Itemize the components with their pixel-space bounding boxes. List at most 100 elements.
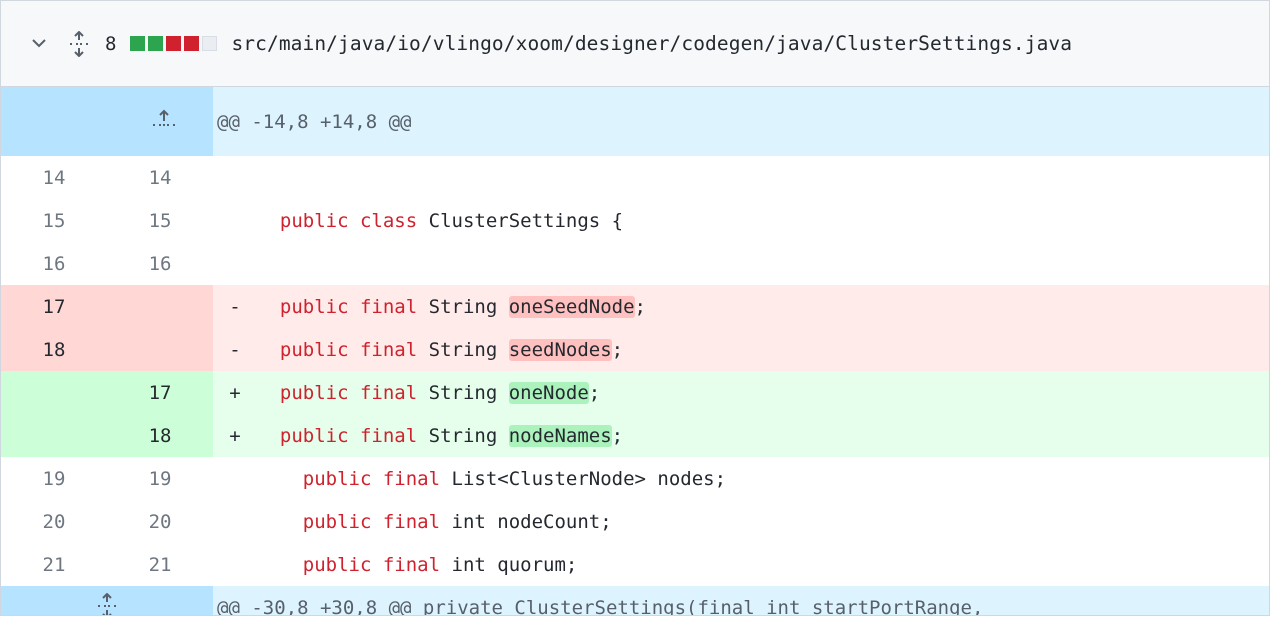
- fold-up-icon: [153, 109, 176, 126]
- diff-line-row: 17 + public final String oneNode;: [1, 371, 1269, 414]
- old-line-number[interactable]: 16: [1, 242, 107, 285]
- unfold-icon[interactable]: [67, 29, 91, 59]
- diff-line-row: 18 - public final String seedNodes;: [1, 328, 1269, 371]
- diffstat-block-neutral: [202, 36, 218, 51]
- old-line-number[interactable]: 21: [1, 543, 107, 586]
- old-line-number[interactable]: [1, 414, 107, 457]
- diff-marker: -: [213, 285, 258, 328]
- diff-line-row: 14 14: [1, 156, 1269, 199]
- code-line: [257, 156, 1269, 199]
- code-text: String: [417, 381, 509, 404]
- new-line-number[interactable]: 15: [107, 199, 213, 242]
- file-header: 8 src/main/java/io/vlingo/xoom/designer/…: [1, 1, 1269, 87]
- diff-line-row: 15 15 public class ClusterSettings {: [1, 199, 1269, 242]
- old-line-number[interactable]: 14: [1, 156, 107, 199]
- diff-marker: +: [213, 371, 258, 414]
- diff-marker: [213, 156, 257, 199]
- code-text: int quorum;: [440, 553, 578, 576]
- diff-marker: +: [213, 414, 258, 457]
- diff-marker: [213, 199, 257, 242]
- code-text-tail: ;: [634, 295, 646, 318]
- new-line-number[interactable]: 16: [107, 242, 213, 285]
- new-line-number[interactable]: 17: [107, 371, 214, 414]
- diff-marker: [213, 543, 257, 586]
- diff-line-row: 16 16: [1, 242, 1269, 285]
- new-line-number[interactable]: [107, 328, 214, 371]
- diff-line-row: 19 19 public final List<ClusterNode> node…: [1, 457, 1269, 500]
- hunk-header-row: @@ -14,8 +14,8 @@: [1, 87, 1269, 156]
- code-line: public final int nodeCount;: [257, 500, 1269, 543]
- code-text: List<ClusterNode> nodes;: [440, 467, 727, 490]
- old-line-number[interactable]: 18: [1, 328, 107, 371]
- old-line-number[interactable]: 15: [1, 199, 107, 242]
- code-text-tail: ;: [611, 338, 624, 361]
- old-line-number[interactable]: 20: [1, 500, 107, 543]
- chevron-down-icon[interactable]: [29, 34, 49, 54]
- diff-marker: [213, 242, 257, 285]
- new-line-number[interactable]: 18: [107, 414, 214, 457]
- diff-marker: -: [213, 328, 258, 371]
- expand-up-button[interactable]: [1, 87, 214, 156]
- new-line-number[interactable]: 14: [107, 156, 213, 199]
- code-text-tail: ;: [611, 424, 624, 447]
- code-line: [257, 242, 1269, 285]
- file-path[interactable]: src/main/java/io/vlingo/xoom/designer/co…: [231, 32, 1072, 55]
- diffstat-block-deleted: [184, 36, 200, 51]
- code-text: String: [417, 295, 509, 318]
- diff-marker: [213, 457, 257, 500]
- code-text: int nodeCount;: [440, 510, 612, 533]
- code-keyword: public final: [279, 295, 418, 318]
- diff-line-row: 18 + public final String nodeNames;: [1, 414, 1269, 457]
- diff-table: @@ -14,8 +14,8 @@ 14 14 15 15 public class …: [1, 87, 1269, 615]
- old-line-number[interactable]: [1, 371, 107, 414]
- code-text: ClusterSettings {: [417, 209, 624, 232]
- code-line: public final String seedNodes;: [257, 328, 1269, 371]
- diffstat-bar: [130, 36, 218, 51]
- diff-marker: [213, 500, 257, 543]
- code-text-tail: ;: [588, 381, 601, 404]
- code-keyword: public final: [279, 338, 418, 361]
- code-line: public final String oneSeedNode;: [257, 285, 1269, 328]
- code-keyword: public final: [302, 467, 441, 490]
- changed-word: oneNode: [508, 381, 589, 404]
- code-line: public final String oneNode;: [257, 371, 1269, 414]
- changed-word: oneSeedNode: [508, 295, 635, 318]
- diffstat-block-deleted: [166, 36, 182, 51]
- code-keyword: public final: [302, 553, 441, 576]
- code-text: String: [417, 424, 509, 447]
- code-line: public class ClusterSettings {: [257, 199, 1269, 242]
- changes-count: 8: [105, 32, 117, 55]
- code-text: String: [417, 338, 509, 361]
- hunk-header-text: @@ -30,8 +30,8 @@ private ClusterSetting…: [213, 586, 1269, 615]
- new-line-number[interactable]: 21: [107, 543, 213, 586]
- hunk-header-text: @@ -14,8 +14,8 @@: [213, 87, 1269, 156]
- code-keyword: public class: [279, 209, 418, 232]
- new-line-number[interactable]: [107, 285, 214, 328]
- new-line-number[interactable]: 20: [107, 500, 213, 543]
- diff-line-row: 21 21 public final int quorum;: [1, 543, 1269, 586]
- diff-line-row: 20 20 public final int nodeCount;: [1, 500, 1269, 543]
- new-line-number[interactable]: 19: [107, 457, 213, 500]
- unfold-icon: [98, 592, 116, 615]
- code-keyword: public final: [279, 424, 418, 447]
- diffstat-block-added: [130, 36, 146, 51]
- code-line: public final List<ClusterNode> nodes;: [257, 457, 1269, 500]
- changed-word: seedNodes: [508, 338, 612, 361]
- diffstat-block-added: [148, 36, 164, 51]
- hunk-header-row: @@ -30,8 +30,8 @@ private ClusterSetting…: [1, 586, 1269, 615]
- old-line-number[interactable]: 17: [1, 285, 107, 328]
- expand-both-button[interactable]: [1, 586, 214, 615]
- old-line-number[interactable]: 19: [1, 457, 107, 500]
- code-line: public final int quorum;: [257, 543, 1269, 586]
- code-line: public final String nodeNames;: [257, 414, 1269, 457]
- diff-file: 8 src/main/java/io/vlingo/xoom/designer/…: [0, 0, 1270, 616]
- code-keyword: public final: [279, 381, 418, 404]
